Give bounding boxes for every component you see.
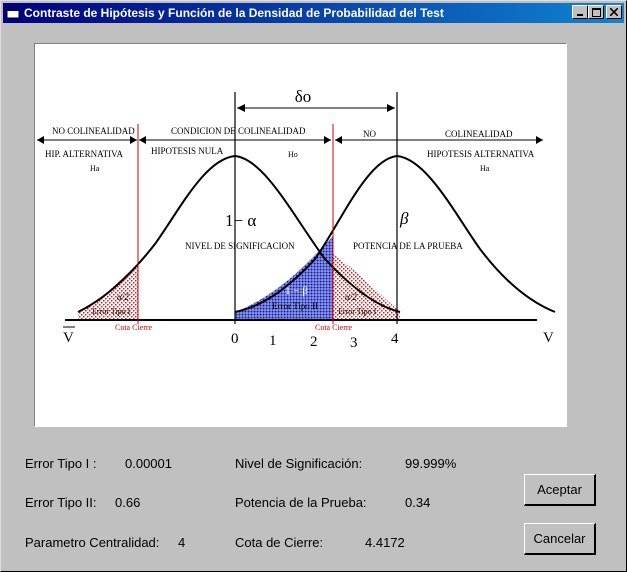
app-icon — [6, 7, 20, 19]
potencia-result-label: Potencia de la Prueba: — [235, 495, 367, 510]
beta-label: β — [399, 209, 409, 228]
error1-value: 0.00001 — [125, 456, 172, 471]
centralidad-label: Parametro Centralidad: — [25, 535, 160, 550]
cancel-button[interactable]: Cancelar — [524, 523, 596, 555]
alpha-half-left-label: α/2 — [117, 292, 129, 302]
alpha-half-right-label: α/2 — [345, 292, 357, 302]
tick-4: 4 — [391, 331, 399, 347]
cota-label: Cota de Cierre: — [235, 535, 324, 550]
accept-button[interactable]: Aceptar — [524, 474, 596, 506]
title-bar[interactable]: Contraste de Hipótesis y Función de la D… — [3, 3, 624, 23]
vbar-label: V — [63, 330, 74, 346]
density-plot: δo NO COLINEALIDAD CONDICION DE COLINEAL… — [37, 87, 556, 351]
error1-label: Error Tipo I : — [25, 456, 97, 471]
window-title: Contraste de Hipótesis y Función de la D… — [24, 6, 444, 20]
hip-alt-left-label: HIP. ALTERNATIVA — [45, 149, 124, 159]
tick-1: 1 — [269, 333, 277, 349]
minimize-button[interactable] — [572, 5, 588, 19]
cota-value: 4.4172 — [365, 535, 405, 550]
hipotesis-nula-label: HIPOTESIS NULA — [151, 146, 224, 156]
cota-right-label: Cota Cierre — [315, 323, 353, 332]
nivel-label: Nivel de Significación: — [235, 456, 363, 471]
delta-label: δo — [295, 87, 312, 106]
v-label: V — [543, 330, 554, 346]
one-minus-beta-label: 1 − β — [285, 285, 308, 297]
ho-label: Ho — [288, 150, 298, 159]
potencia-label: POTENCIA DE LA PRUEBA — [353, 241, 463, 251]
alternative-distribution-curve — [234, 154, 556, 313]
potencia-value: 0.34 — [405, 495, 431, 510]
error2-label: Error Tipo II — [272, 301, 318, 311]
colinealidad-right-label: COLINEALIDAD — [445, 129, 513, 139]
error1-right-label: Error Tipo I — [338, 307, 377, 316]
tick-0: 0 — [231, 331, 239, 347]
condicion-label: CONDICION DE COLINEALIDAD — [171, 126, 306, 136]
cota-left-label: Cota Cierre — [115, 323, 153, 332]
maximize-button[interactable] — [588, 5, 604, 19]
close-icon — [610, 8, 618, 16]
one-minus-alpha-label: 1− α — [225, 211, 256, 230]
error1-left-label: Error Tipo I — [92, 307, 131, 316]
maximize-icon — [591, 7, 601, 17]
minimize-icon — [577, 14, 583, 16]
error2-label: Error Tipo II: — [25, 495, 97, 510]
no-label: NO — [363, 129, 376, 139]
tick-2: 2 — [310, 334, 318, 350]
error2-value: 0.66 — [115, 495, 141, 510]
close-button[interactable] — [606, 5, 622, 19]
centralidad-value: 4 — [178, 535, 186, 550]
no-colinealidad-left-label: NO COLINEALIDAD — [52, 126, 135, 136]
nivel-value: 99.999% — [405, 456, 457, 471]
dialog-window: Contraste de Hipótesis y Función de la D… — [0, 0, 627, 572]
hip-alt-right-label: HIPOTESIS ALTERNATIVA — [427, 149, 535, 159]
nivel-significacion-label: NIVEL DE SIGNIFICACION — [185, 241, 295, 251]
tick-3: 3 — [350, 335, 358, 351]
ha-right-label: Ha — [480, 164, 490, 173]
ha-left-label: Ha — [90, 164, 100, 173]
hypothesis-test-diagram: δo NO COLINEALIDAD CONDICION DE COLINEAL… — [34, 43, 567, 427]
